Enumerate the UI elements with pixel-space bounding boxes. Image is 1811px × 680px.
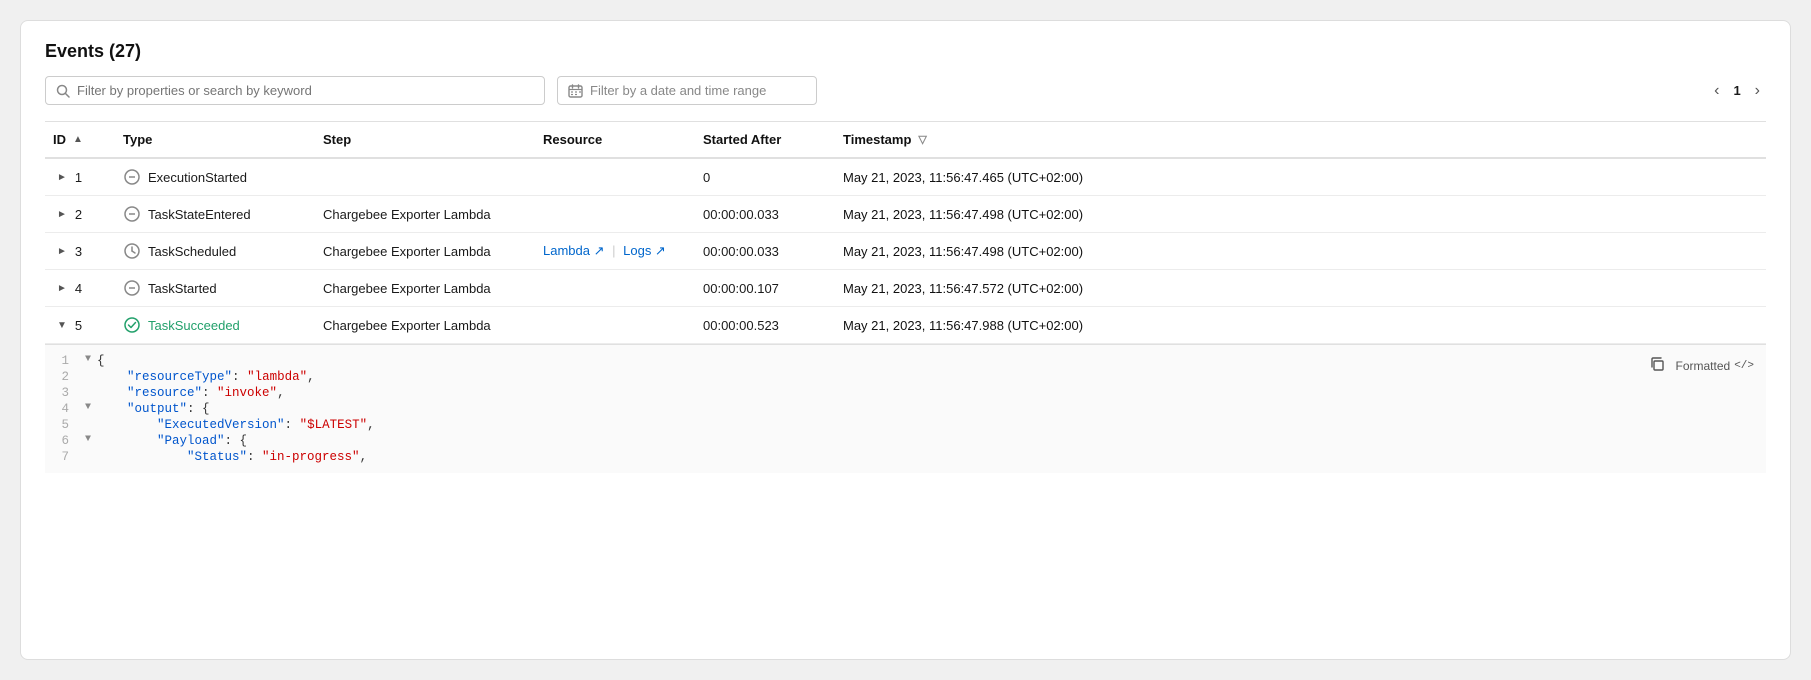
started-after-cell: 00:00:00.107 xyxy=(695,270,835,307)
step-cell: Chargebee Exporter Lambda xyxy=(315,307,535,344)
col-header-step: Step xyxy=(315,122,535,158)
col-header-id[interactable]: ID ▲ xyxy=(45,122,115,158)
date-filter-box[interactable]: Filter by a date and time range xyxy=(557,76,817,105)
type-name: TaskStateEntered xyxy=(148,207,251,222)
type-name: TaskSucceeded xyxy=(148,318,240,333)
row-expand-button[interactable]: ► xyxy=(53,244,71,259)
row-id-cell: ▼ 5 xyxy=(45,307,115,344)
json-line: 2 "resourceType": "lambda", xyxy=(45,369,1766,385)
search-input[interactable] xyxy=(77,83,534,98)
timestamp-cell: May 21, 2023, 11:56:47.572 (UTC+02:00) xyxy=(835,270,1766,307)
row-id-cell: ► 2 xyxy=(45,196,115,233)
search-filter-box[interactable] xyxy=(45,76,545,105)
json-toolbar: Formatted </> xyxy=(1646,353,1755,379)
type-name: ExecutionStarted xyxy=(148,170,247,185)
json-line: 4 ▼ "output": { xyxy=(45,401,1766,417)
type-name: TaskStarted xyxy=(148,281,217,296)
events-table: ID ▲ Type Step Resource Started After xyxy=(45,121,1766,473)
logs-link[interactable]: Logs ↗ xyxy=(623,243,666,258)
resource-cell xyxy=(535,270,695,307)
copy-json-button[interactable] xyxy=(1646,353,1668,379)
started-after-cell: 00:00:00.523 xyxy=(695,307,835,344)
step-cell: Chargebee Exporter Lambda xyxy=(315,233,535,270)
step-cell: Chargebee Exporter Lambda xyxy=(315,196,535,233)
timestamp-cell: May 21, 2023, 11:56:47.988 (UTC+02:00) xyxy=(835,307,1766,344)
timestamp-cell: May 21, 2023, 11:56:47.498 (UTC+02:00) xyxy=(835,233,1766,270)
json-line: 7 "Status": "in-progress", xyxy=(45,449,1766,465)
json-line: 1 ▼ { xyxy=(45,353,1766,369)
row-id-cell: ► 3 xyxy=(45,233,115,270)
calendar-icon xyxy=(568,84,583,98)
row-expand-button[interactable]: ► xyxy=(53,281,71,296)
type-icon-circle-dash xyxy=(123,279,141,297)
row-expand-button[interactable]: ▼ xyxy=(53,318,71,333)
col-header-resource: Resource xyxy=(535,122,695,158)
type-icon-circle-check xyxy=(123,316,141,334)
type-icon-circle-dash xyxy=(123,168,141,186)
pagination: ‹ 1 › xyxy=(1708,78,1766,104)
started-after-cell: 00:00:00.033 xyxy=(695,233,835,270)
timestamp-filter-icon: ▽ xyxy=(918,133,926,146)
lambda-link[interactable]: Lambda ↗ xyxy=(543,243,604,258)
step-cell: Chargebee Exporter Lambda xyxy=(315,270,535,307)
timestamp-cell: May 21, 2023, 11:56:47.498 (UTC+02:00) xyxy=(835,196,1766,233)
type-icon-circle-dash xyxy=(123,205,141,223)
json-line: 3 "resource": "invoke", xyxy=(45,385,1766,401)
table-row: ► 4 TaskStarted Chargebee Exporter Lambd… xyxy=(45,270,1766,307)
search-icon xyxy=(56,84,70,98)
resource-cell xyxy=(535,196,695,233)
row-id-cell: ► 1 xyxy=(45,158,115,196)
prev-page-button[interactable]: ‹ xyxy=(1708,78,1725,104)
date-filter-placeholder: Filter by a date and time range xyxy=(590,83,766,98)
step-cell xyxy=(315,158,535,196)
resource-cell xyxy=(535,158,695,196)
col-header-timestamp[interactable]: Timestamp ▽ xyxy=(835,122,1766,158)
row-id-cell: ► 4 xyxy=(45,270,115,307)
formatted-button[interactable]: Formatted </> xyxy=(1676,359,1755,373)
table-row: ► 1 ExecutionStarted xyxy=(45,158,1766,196)
next-page-button[interactable]: › xyxy=(1749,78,1766,104)
resource-cell xyxy=(535,307,695,344)
json-viewer: Formatted </> 1 ▼ { 2 "resourceType": "l… xyxy=(45,344,1766,473)
current-page: 1 xyxy=(1733,83,1740,98)
type-icon-circle-clock xyxy=(123,242,141,260)
json-line: 6 ▼ "Payload": { xyxy=(45,433,1766,449)
table-row: ▼ 5 TaskSucceeded Chargebee Exporter Lam… xyxy=(45,307,1766,344)
col-header-started-after: Started After xyxy=(695,122,835,158)
resource-cell: Lambda ↗ | Logs ↗ xyxy=(535,233,695,270)
type-name: TaskScheduled xyxy=(148,244,236,259)
col-header-type: Type xyxy=(115,122,315,158)
table-row: ► 3 TaskScheduled Chargebee Exporter Lam… xyxy=(45,233,1766,270)
started-after-cell: 00:00:00.033 xyxy=(695,196,835,233)
json-line: 5 "ExecutedVersion": "$LATEST", xyxy=(45,417,1766,433)
started-after-cell: 0 xyxy=(695,158,835,196)
timestamp-cell: May 21, 2023, 11:56:47.465 (UTC+02:00) xyxy=(835,158,1766,196)
table-row: ► 2 TaskStateEntered Chargebee Exporter … xyxy=(45,196,1766,233)
row-expand-button[interactable]: ► xyxy=(53,207,71,222)
row-expand-button[interactable]: ► xyxy=(53,170,71,185)
page-title: Events (27) xyxy=(45,41,1766,62)
id-sort-icon: ▲ xyxy=(73,134,83,145)
